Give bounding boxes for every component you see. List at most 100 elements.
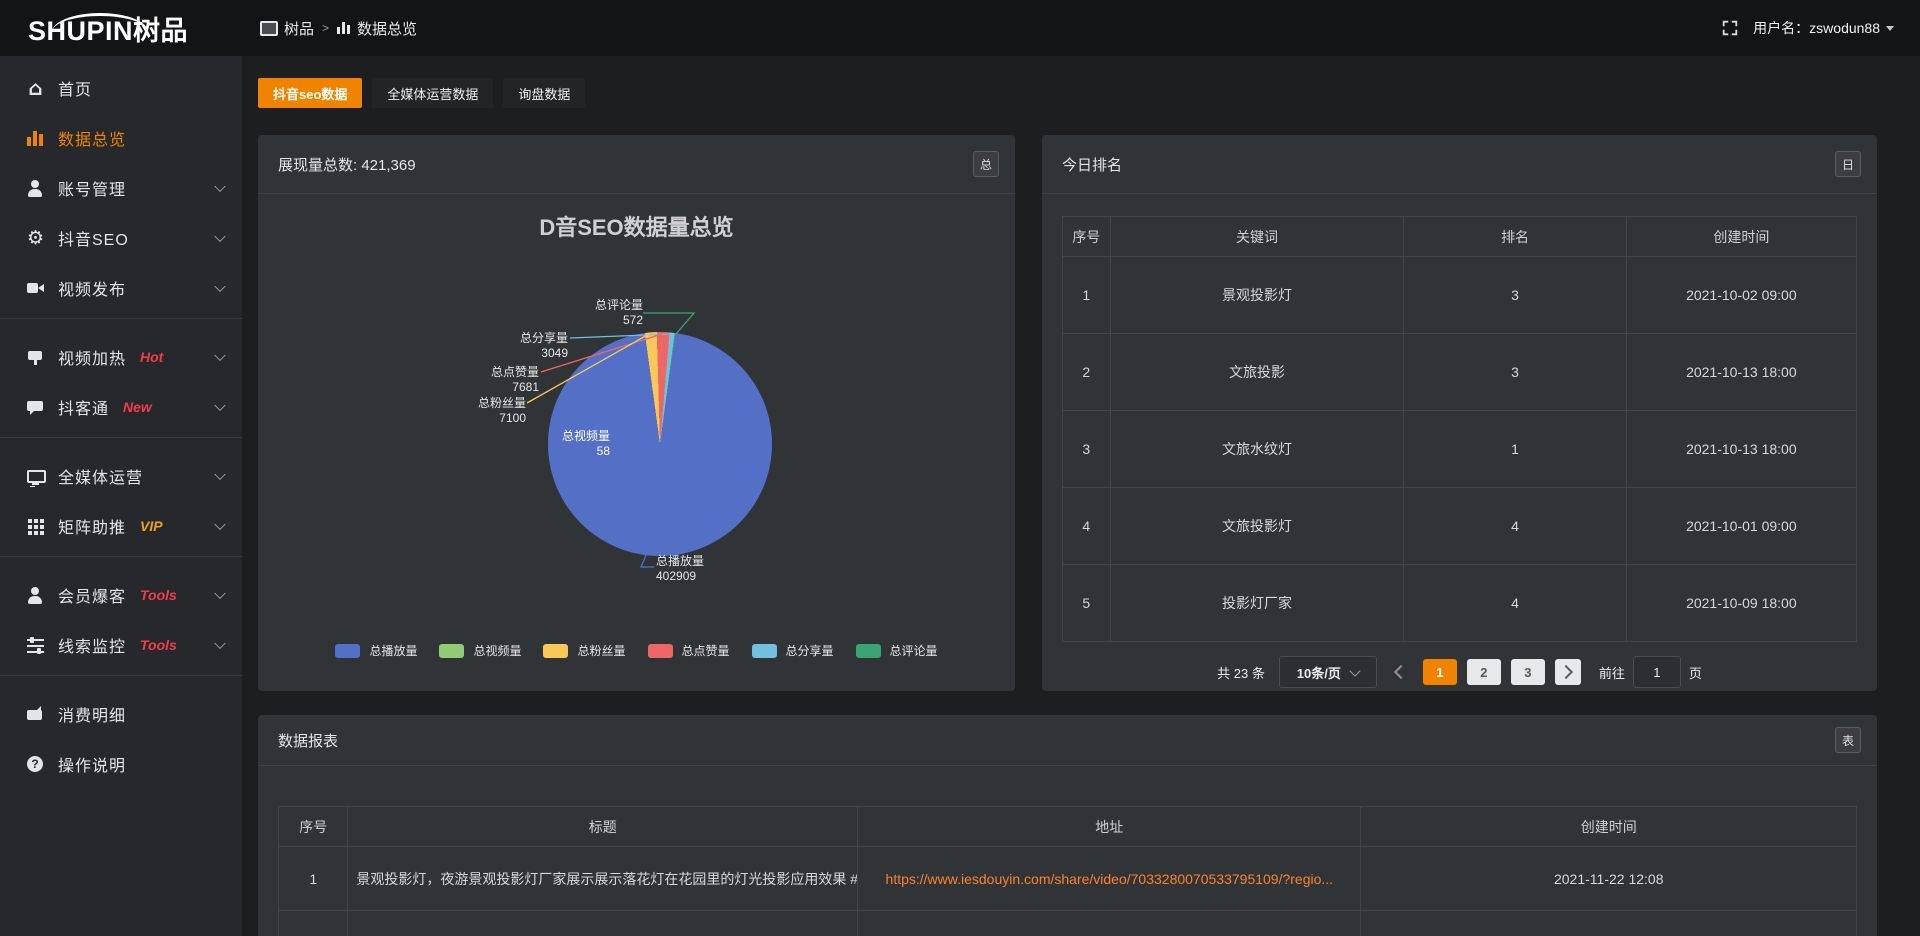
page-button-1[interactable]: 1 — [1423, 659, 1457, 685]
goto-page-input[interactable] — [1633, 656, 1681, 688]
sidebar-item-label: 全媒体运营 — [58, 464, 143, 488]
impressions-total-label: 展现量总数: 421,369 — [278, 154, 416, 175]
legend-item-fans[interactable]: 总粉丝量 — [543, 642, 625, 659]
report-table: 序号 标题 地址 创建时间 1 景观投影灯，夜游景观投影灯厂家展示展示落花灯在花… — [278, 806, 1857, 936]
new-badge: New — [123, 399, 152, 415]
pie-leader-lines — [258, 194, 1015, 691]
caret-down-icon — [1886, 26, 1894, 31]
user-icon — [26, 179, 45, 198]
breadcrumb-separator: > — [322, 21, 329, 35]
col-created: 创建时间 — [1626, 217, 1856, 257]
chevron-down-icon — [214, 231, 225, 242]
gear-icon — [26, 229, 45, 248]
user-icon — [26, 586, 45, 605]
page-unit-label: 页 — [1689, 663, 1702, 682]
pagination-total: 共 23 条 — [1217, 663, 1265, 682]
top-bar: SHUPIN树品 树品 > 数据总览 用户名：zswodun88 — [0, 0, 1920, 56]
legend-item-videos[interactable]: 总视频量 — [439, 642, 521, 659]
sidebar-item-account[interactable]: 账号管理 — [0, 163, 242, 213]
tab-media-operation-data[interactable]: 全媒体运营数据 — [372, 78, 493, 108]
sidebar-item-member-burst[interactable]: 会员爆客 Tools — [0, 570, 242, 620]
page-size-select[interactable]: 10条/页 — [1279, 656, 1377, 688]
sidebar-item-label: 视频加热 — [58, 345, 126, 369]
sidebar-divider — [0, 675, 242, 676]
prev-page-button[interactable] — [1387, 659, 1413, 685]
chevron-down-icon — [214, 400, 225, 411]
chevron-down-icon — [214, 281, 225, 292]
breadcrumb-label: 数据总览 — [357, 18, 417, 39]
tab-douyin-seo-data[interactable]: 抖音seo数据 — [258, 78, 362, 108]
table-badge-button[interactable]: 表 — [1835, 727, 1861, 753]
col-keyword: 关键词 — [1110, 217, 1404, 257]
table-header-row: 序号 标题 地址 创建时间 — [279, 807, 1857, 847]
chevron-down-icon — [214, 350, 225, 361]
sidebar-item-consumption-detail[interactable]: 消费明细 — [0, 689, 242, 739]
table-row[interactable]: 1 景观投影灯，夜游景观投影灯厂家展示展示落花灯在花园里的灯光投影应用效果 # … — [279, 847, 1857, 911]
table-row[interactable]: 5 投影灯厂家 4 2021-10-09 18:00 — [1063, 565, 1857, 642]
tools-badge: Tools — [140, 637, 177, 653]
breadcrumb-item-home[interactable]: 树品 — [260, 18, 314, 39]
pie-label-shares: 总分享量 3049 — [468, 331, 568, 361]
pagination: 共 23 条 10条/页 1 2 3 前往 页 — [1062, 656, 1857, 688]
table-row[interactable]: 2 文旅投影 3 2021-10-13 18:00 — [1063, 334, 1857, 411]
video-link[interactable]: https://www.iesdouyin.com/share/video/70… — [858, 847, 1361, 911]
sidebar-item-instructions[interactable]: 操作说明 — [0, 739, 242, 789]
table-row[interactable]: 3 文旅水纹灯 1 2021-10-13 18:00 — [1063, 411, 1857, 488]
wallet-icon — [26, 705, 45, 724]
table-row[interactable]: 4 文旅投影灯 4 2021-10-01 09:00 — [1063, 488, 1857, 565]
sidebar-item-media-operation[interactable]: 全媒体运营 — [0, 451, 242, 501]
sliders-icon — [26, 636, 45, 655]
sidebar-item-matrix-boost[interactable]: 矩阵助推 VIP — [0, 501, 242, 551]
breadcrumb-item-current[interactable]: 数据总览 — [337, 18, 417, 39]
total-badge-button[interactable]: 总 — [973, 151, 999, 177]
col-index: 序号 — [279, 807, 348, 847]
legend-item-shares[interactable]: 总分享量 — [752, 642, 834, 659]
legend-swatch — [648, 644, 673, 658]
promo-board-icon — [26, 348, 45, 367]
chevron-down-icon — [214, 638, 225, 649]
sidebar-item-video-heat[interactable]: 视频加热 Hot — [0, 332, 242, 382]
day-badge-button[interactable]: 日 — [1835, 151, 1861, 177]
pie-chart: D音SEO数据量总览 总评论量 572 总分享量 3049 — [258, 194, 1015, 691]
chart-panel-header: 展现量总数: 421,369 总 — [258, 135, 1015, 194]
sidebar-item-data-overview[interactable]: 数据总览 — [0, 113, 242, 163]
goto-label: 前往 — [1599, 663, 1625, 682]
col-address: 地址 — [858, 807, 1361, 847]
data-report-panel: 数据报表 表 序号 标题 地址 创建时间 1 景观投影灯，夜游景观投影灯厂家展示… — [258, 715, 1877, 936]
sidebar-item-douketong[interactable]: 抖客通 New — [0, 382, 242, 432]
report-panel-header: 数据报表 表 — [258, 715, 1877, 766]
sidebar-item-douyin-seo[interactable]: 抖音SEO — [0, 213, 242, 263]
grid-icon — [26, 517, 45, 536]
next-page-button[interactable] — [1555, 659, 1581, 685]
user-menu[interactable]: 用户名：zswodun88 — [1753, 18, 1894, 38]
sidebar-item-label: 操作说明 — [58, 752, 126, 776]
table-row — [279, 911, 1857, 936]
data-tabs: 抖音seo数据 全媒体运营数据 询盘数据 — [258, 78, 1877, 108]
legend-item-comments[interactable]: 总评论量 — [856, 642, 938, 659]
video-camera-icon — [26, 279, 45, 298]
bar-chart-icon — [26, 129, 45, 148]
sidebar-item-lead-monitor[interactable]: 线索监控 Tools — [0, 620, 242, 670]
page-button-3[interactable]: 3 — [1511, 659, 1545, 685]
sidebar-item-label: 线索监控 — [58, 633, 126, 657]
sidebar-item-label: 数据总览 — [58, 126, 126, 150]
tab-inquiry-data[interactable]: 询盘数据 — [503, 78, 585, 108]
page-button-2[interactable]: 2 — [1467, 659, 1501, 685]
table-row[interactable]: 1 景观投影灯 3 2021-10-02 09:00 — [1063, 257, 1857, 334]
legend-item-likes[interactable]: 总点赞量 — [648, 642, 730, 659]
sidebar: 首页 数据总览 账号管理 抖音SEO 视频发布 视频加热 Hot 抖客通 New… — [0, 56, 242, 936]
legend-swatch — [543, 644, 568, 658]
app-logo: SHUPIN树品 — [0, 9, 242, 48]
col-created: 创建时间 — [1361, 807, 1857, 847]
col-title: 标题 — [348, 807, 858, 847]
fullscreen-icon[interactable] — [1721, 19, 1739, 37]
sidebar-item-home[interactable]: 首页 — [0, 63, 242, 113]
legend-swatch — [856, 644, 881, 658]
sidebar-item-label: 抖客通 — [58, 395, 109, 419]
sidebar-item-label: 账号管理 — [58, 176, 126, 200]
col-rank: 排名 — [1404, 217, 1626, 257]
hot-badge: Hot — [140, 349, 163, 365]
sidebar-item-video-publish[interactable]: 视频发布 — [0, 263, 242, 313]
legend-swatch — [439, 644, 464, 658]
legend-item-plays[interactable]: 总播放量 — [335, 642, 417, 659]
